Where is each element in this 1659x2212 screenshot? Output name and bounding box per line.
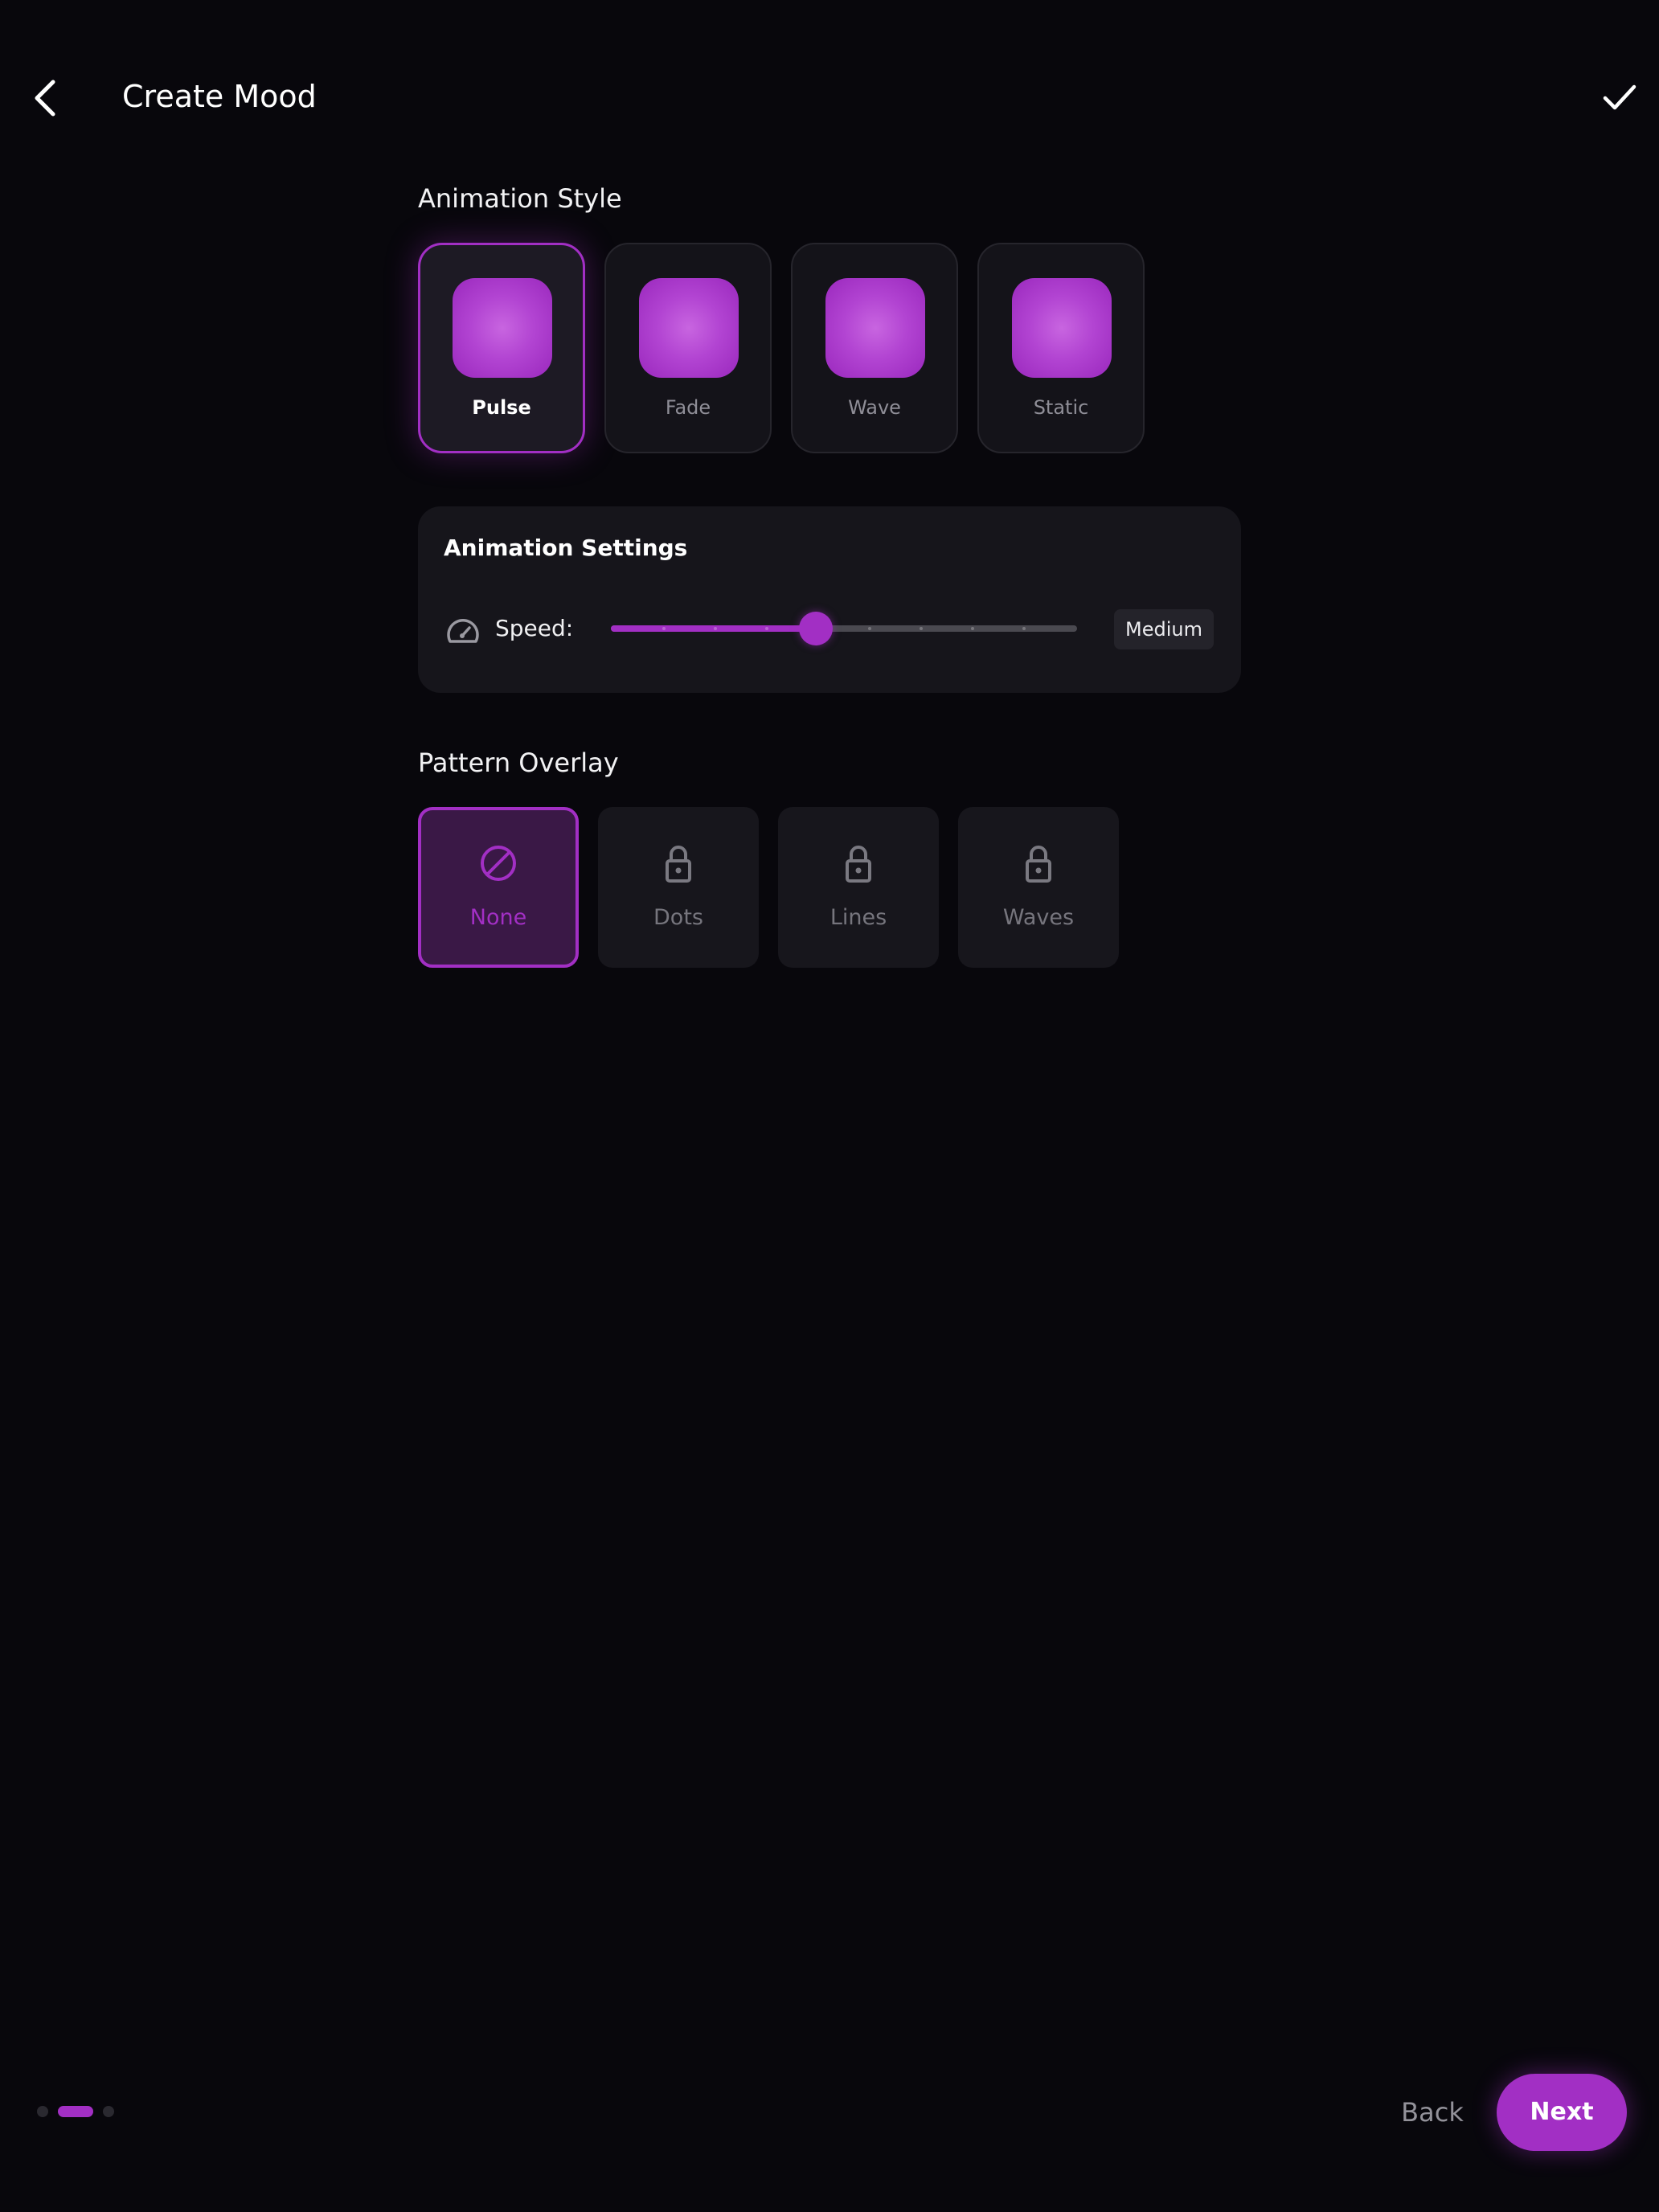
slider-tick: [1022, 627, 1026, 630]
animation-settings-title: Animation Settings: [444, 535, 688, 561]
speedometer-icon: [447, 619, 479, 643]
style-preview-swatch: [1012, 278, 1112, 378]
pattern-option-waves[interactable]: Waves: [958, 807, 1119, 968]
pattern-overlay-options: None Dots Lines Waves: [418, 807, 1119, 968]
animation-style-title: Animation Style: [418, 183, 622, 214]
style-option-label: Fade: [665, 396, 711, 419]
speed-value-badge: Medium: [1114, 609, 1214, 649]
back-button[interactable]: Back: [1382, 2088, 1482, 2136]
lock-icon: [1026, 846, 1051, 883]
pattern-option-none[interactable]: None: [418, 807, 579, 968]
style-option-label: Static: [1033, 396, 1089, 419]
create-mood-screen: Create Mood Animation Style Pulse Fade W…: [0, 0, 1659, 2212]
pattern-option-dots[interactable]: Dots: [598, 807, 759, 968]
style-preview-swatch: [825, 278, 925, 378]
speed-slider-thumb[interactable]: [799, 612, 833, 645]
style-option-label: Wave: [848, 396, 901, 419]
style-preview-swatch: [639, 278, 739, 378]
style-option-fade[interactable]: Fade: [604, 243, 772, 453]
chevron-left-icon[interactable]: [29, 74, 61, 122]
lock-icon: [846, 846, 871, 883]
pattern-option-lines[interactable]: Lines: [778, 807, 939, 968]
slider-tick: [765, 627, 768, 630]
pattern-option-label: Dots: [653, 905, 703, 930]
slider-tick: [714, 627, 717, 630]
pattern-option-label: None: [469, 905, 527, 930]
style-option-label: Pulse: [472, 396, 531, 419]
step-dot: [37, 2106, 48, 2117]
page-title: Create Mood: [122, 79, 317, 114]
slider-tick: [868, 627, 871, 630]
slider-tick: [971, 627, 974, 630]
pattern-option-label: Waves: [1002, 905, 1075, 930]
pattern-overlay-title: Pattern Overlay: [418, 748, 619, 778]
lock-icon: [666, 846, 691, 883]
style-option-static[interactable]: Static: [977, 243, 1145, 453]
next-button[interactable]: Next: [1497, 2074, 1627, 2151]
style-option-pulse[interactable]: Pulse: [418, 243, 585, 453]
style-option-wave[interactable]: Wave: [791, 243, 958, 453]
speed-slider[interactable]: [611, 612, 1077, 645]
none-icon: [481, 846, 516, 881]
step-dot-active: [58, 2106, 93, 2117]
animation-style-options: Pulse Fade Wave Static: [418, 243, 1145, 453]
checkmark-icon[interactable]: [1601, 79, 1638, 116]
header: Create Mood: [0, 0, 1659, 193]
animation-settings-panel: Animation Settings Speed: Medium: [418, 506, 1241, 693]
speed-label: Speed:: [495, 615, 574, 641]
slider-tick: [920, 627, 923, 630]
pattern-option-label: Lines: [830, 905, 887, 930]
step-dot: [103, 2106, 114, 2117]
style-preview-swatch: [453, 278, 552, 378]
slider-tick: [662, 627, 666, 630]
